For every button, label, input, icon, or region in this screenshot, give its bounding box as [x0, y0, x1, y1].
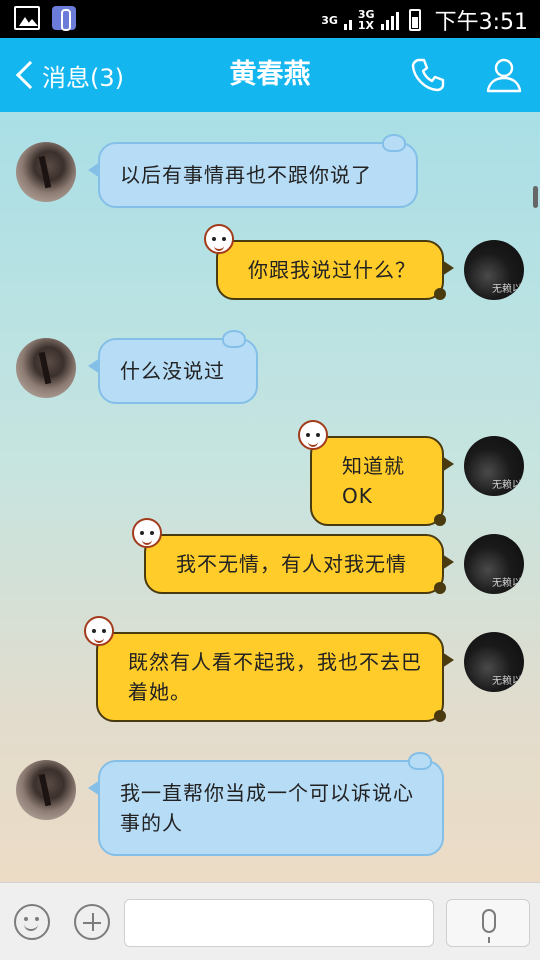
- avatar-caption: 无赖以: [492, 284, 522, 295]
- message-input[interactable]: [124, 899, 434, 947]
- chat-area[interactable]: 以后有事情再也不跟你说了 无赖以 你跟我说过什么？ 什么没说过 无赖以 知道就O…: [0, 112, 540, 882]
- status-bar: 3G 3G 1X 下午3:51: [0, 0, 540, 38]
- more-button[interactable]: [74, 904, 110, 940]
- message-bubble-received[interactable]: 我一直帮你当成一个可以诉说心事的人: [88, 752, 444, 856]
- my-avatar[interactable]: 无赖以: [464, 534, 524, 594]
- message-bubble-sent[interactable]: 既然有人看不起我，我也不去巴着她。: [84, 616, 454, 722]
- avatar-caption: 无赖以: [492, 480, 522, 491]
- message-text: 以后有事情再也不跟你说了: [120, 163, 372, 187]
- input-bar: [0, 882, 540, 960]
- message-bubble-received[interactable]: 什么没说过: [88, 330, 258, 404]
- bubble-decoration-icon: [408, 752, 432, 770]
- bubble-decoration-icon: [434, 710, 446, 722]
- bubble-decoration-icon: [434, 288, 446, 300]
- message-bubble-sent[interactable]: 知道就OK: [298, 420, 454, 526]
- message-bubble-sent[interactable]: 我不无情，有人对我无情: [132, 518, 454, 594]
- battery-icon: [408, 9, 421, 31]
- message-bubble-sent[interactable]: 你跟我说过什么？: [204, 224, 454, 300]
- avatar-caption: 无赖以: [492, 676, 522, 687]
- message-text: 你跟我说过什么？: [248, 258, 416, 282]
- network-sub-label-2: 1X: [357, 19, 375, 32]
- signal-2-icon: [380, 10, 399, 30]
- voice-button[interactable]: [446, 899, 530, 947]
- contact-icon: [486, 58, 522, 93]
- avatar-caption: 无赖以: [492, 578, 522, 589]
- emoji-sticker-icon: [204, 224, 234, 254]
- signal-1-icon: [343, 10, 352, 30]
- chevron-left-icon: [15, 60, 45, 90]
- emoji-sticker-icon: [298, 420, 328, 450]
- message-text: 什么没说过: [120, 359, 225, 383]
- my-avatar[interactable]: 无赖以: [464, 240, 524, 300]
- message-text: 既然有人看不起我，我也不去巴着她。: [128, 650, 422, 704]
- network-label-1: 3G: [321, 13, 338, 27]
- back-label: 消息(3): [42, 63, 124, 92]
- phone-button[interactable]: [408, 55, 448, 95]
- scrollbar[interactable]: [533, 186, 538, 208]
- emoji-button[interactable]: [14, 904, 50, 940]
- network-1: 3G: [321, 15, 338, 26]
- network-2: 3G 1X: [358, 9, 375, 31]
- chat-header: 消息(3) 黄春燕: [0, 38, 540, 112]
- bubble-decoration-icon: [434, 514, 446, 526]
- back-button[interactable]: 消息(3): [12, 38, 124, 112]
- contact-button[interactable]: [484, 55, 524, 95]
- message-text: 我不无情，有人对我无情: [176, 552, 407, 576]
- my-avatar[interactable]: 无赖以: [464, 436, 524, 496]
- image-notification-icon: [14, 6, 40, 30]
- bubble-decoration-icon: [222, 330, 246, 348]
- thermometer-notification-icon: [52, 6, 76, 31]
- contact-avatar[interactable]: [16, 760, 76, 820]
- message-text: 我一直帮你当成一个可以诉说心事的人: [120, 781, 414, 835]
- emoji-sticker-icon: [84, 616, 114, 646]
- my-avatar[interactable]: 无赖以: [464, 632, 524, 692]
- emoji-sticker-icon: [132, 518, 162, 548]
- phone-icon: [411, 58, 445, 92]
- notification-icons: [14, 6, 76, 31]
- status-time: 下午3:51: [434, 10, 528, 35]
- bubble-decoration-icon: [434, 582, 446, 594]
- status-indicators: 3G 3G 1X 下午3:51: [321, 4, 528, 36]
- message-text: 知道就OK: [342, 454, 405, 508]
- contact-avatar[interactable]: [16, 142, 76, 202]
- message-bubble-received[interactable]: 以后有事情再也不跟你说了: [88, 134, 418, 208]
- bubble-decoration-icon: [382, 134, 406, 152]
- contact-avatar[interactable]: [16, 338, 76, 398]
- microphone-icon: [482, 909, 496, 943]
